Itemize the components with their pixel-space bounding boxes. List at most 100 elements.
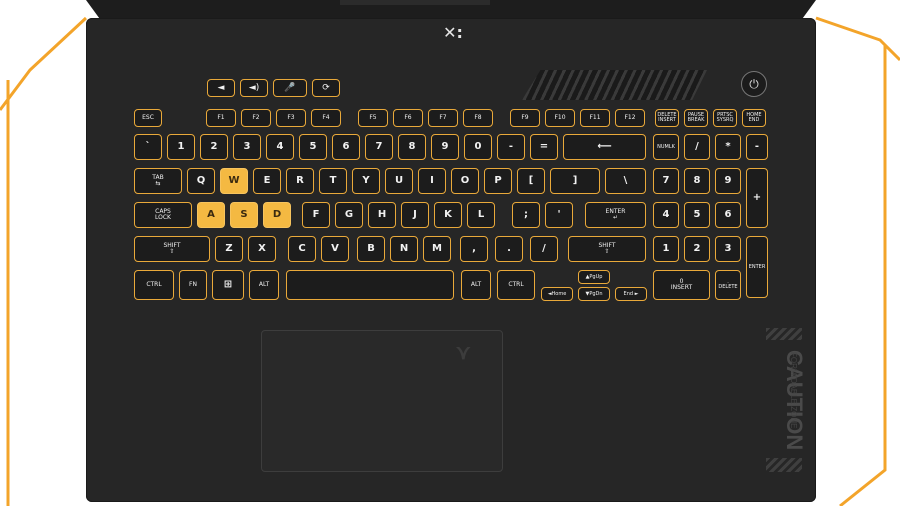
key-windows[interactable]: ⊞ [212,270,244,300]
key-n[interactable]: N [390,236,418,262]
key-right-end[interactable]: End ► [615,287,647,301]
key-numpad-minus[interactable]: - [746,134,768,160]
key-v[interactable]: V [321,236,349,262]
key-s[interactable]: S [230,202,258,228]
key-numpad-8[interactable]: 8 [684,168,710,194]
key-slash[interactable]: / [530,236,558,262]
key-6[interactable]: 6 [332,134,360,160]
key-a[interactable]: A [197,202,225,228]
key-minus[interactable]: - [497,134,525,160]
volume-down-key[interactable]: ◄ [207,79,235,97]
key-f2[interactable]: F2 [241,109,271,127]
key-f11[interactable]: F11 [580,109,610,127]
key-f7[interactable]: F7 [428,109,458,127]
key-c[interactable]: C [288,236,316,262]
key-right-shift[interactable]: SHIFT ⇧ [568,236,646,262]
key-3[interactable]: 3 [233,134,261,160]
key-left-home[interactable]: ◄Home [541,287,573,301]
key-numpad-enter[interactable]: ENTER [746,236,768,298]
key-comma[interactable]: , [460,236,488,262]
key-y[interactable]: Y [352,168,380,194]
key-x[interactable]: X [248,236,276,262]
key-o[interactable]: O [451,168,479,194]
key-numpad-2[interactable]: 2 [684,236,710,262]
key-1[interactable]: 1 [167,134,195,160]
key-e[interactable]: E [253,168,281,194]
key-f3[interactable]: F3 [276,109,306,127]
key-numpad-slash[interactable]: / [684,134,710,160]
key-p[interactable]: P [484,168,512,194]
key-right-bracket[interactable]: ] [550,168,600,194]
key-f6[interactable]: F6 [393,109,423,127]
key-delete-insert[interactable]: DELETE INSERT [655,109,679,127]
key-h[interactable]: H [368,202,396,228]
key-5[interactable]: 5 [299,134,327,160]
key-t[interactable]: T [319,168,347,194]
key-period[interactable]: . [495,236,523,262]
key-f8[interactable]: F8 [463,109,493,127]
key-home-end[interactable]: HOME END [742,109,766,127]
key-u[interactable]: U [385,168,413,194]
key-tab[interactable]: TAB ⇆ [134,168,182,194]
key-esc[interactable]: ESC [134,109,162,127]
power-button[interactable]: ⏻ [741,71,767,97]
key-0[interactable]: 0 [464,134,492,160]
mic-mute-key[interactable]: 🎤 [273,79,307,97]
key-backspace[interactable]: ⟵ [563,134,646,160]
key-numpad-dot[interactable]: . DELETE [715,270,741,300]
key-b[interactable]: B [357,236,385,262]
key-f10[interactable]: F10 [545,109,575,127]
key-f5[interactable]: F5 [358,109,388,127]
key-numpad-1[interactable]: 1 [653,236,679,262]
key-numlock[interactable]: NUMLK [653,134,679,160]
key-9[interactable]: 9 [431,134,459,160]
key-space[interactable] [286,270,454,300]
key-4[interactable]: 4 [266,134,294,160]
key-backtick[interactable]: ` [134,134,162,160]
key-left-shift[interactable]: SHIFT ⇧ [134,236,210,262]
key-numpad-plus[interactable]: + [746,168,768,228]
key-k[interactable]: K [434,202,462,228]
key-right-alt[interactable]: ALT [461,270,491,300]
key-f12[interactable]: F12 [615,109,645,127]
key-i[interactable]: I [418,168,446,194]
key-8[interactable]: 8 [398,134,426,160]
key-backslash[interactable]: \ [605,168,646,194]
key-z[interactable]: Z [215,236,243,262]
key-numpad-9[interactable]: 9 [715,168,741,194]
key-left-ctrl[interactable]: CTRL [134,270,174,300]
key-f9[interactable]: F9 [510,109,540,127]
key-up-pgup[interactable]: ▲PgUp [578,270,610,284]
key-w[interactable]: W [220,168,248,194]
key-f1[interactable]: F1 [206,109,236,127]
key-f[interactable]: F [302,202,330,228]
key-numpad-5[interactable]: 5 [684,202,710,228]
key-numpad-7[interactable]: 7 [653,168,679,194]
key-caps-lock[interactable]: CAPS LOCK [134,202,192,228]
key-2[interactable]: 2 [200,134,228,160]
armoury-crate-key[interactable]: ⟳ [312,79,340,97]
key-prtsc[interactable]: PRTSC SYSRQ [713,109,737,127]
key-semicolon[interactable]: ; [512,202,540,228]
volume-up-key[interactable]: ◄) [240,79,268,97]
key-equal[interactable]: = [530,134,558,160]
key-l[interactable]: L [467,202,495,228]
key-numpad-4[interactable]: 4 [653,202,679,228]
key-q[interactable]: Q [187,168,215,194]
key-fn[interactable]: FN [179,270,207,300]
key-numpad-3[interactable]: 3 [715,236,741,262]
key-d[interactable]: D [263,202,291,228]
key-m[interactable]: M [423,236,451,262]
key-numpad-star[interactable]: * [715,134,741,160]
key-r[interactable]: R [286,168,314,194]
key-left-bracket[interactable]: [ [517,168,545,194]
key-g[interactable]: G [335,202,363,228]
key-left-alt[interactable]: ALT [249,270,279,300]
key-enter[interactable]: ENTER ↵ [585,202,646,228]
key-down-pgdn[interactable]: ▼PgDn [578,287,610,301]
key-f4[interactable]: F4 [311,109,341,127]
key-numpad-0[interactable]: 0 INSERT [653,270,710,300]
key-j[interactable]: J [401,202,429,228]
key-pause-break[interactable]: PAUSE BREAK [684,109,708,127]
key-7[interactable]: 7 [365,134,393,160]
